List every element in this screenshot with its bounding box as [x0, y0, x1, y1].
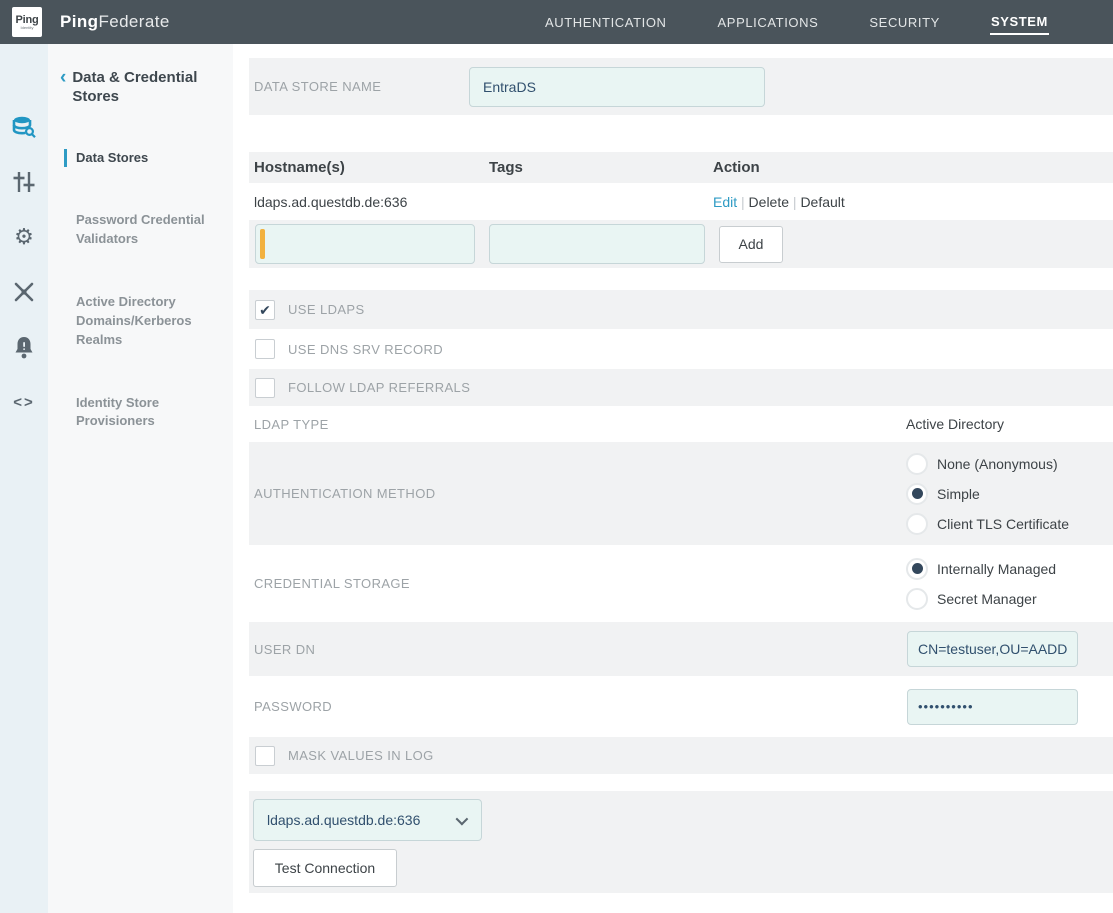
password-input[interactable] — [907, 689, 1078, 725]
app-title-bold: Ping — [60, 12, 98, 31]
sidebar-header: ‹ Data & Credential Stores — [60, 69, 219, 107]
check-icon: ✔ — [259, 303, 271, 317]
sidebar-item-data-stores[interactable]: Data Stores — [64, 149, 219, 168]
top-navigation: AUTHENTICATION APPLICATIONS SECURITY SYS… — [544, 0, 1049, 44]
mask-values-in-log-label: MASK VALUES IN LOG — [288, 748, 434, 763]
authentication-method-options: None (Anonymous) Simple Client TLS Certi… — [906, 453, 1113, 535]
add-button[interactable]: Add — [719, 226, 783, 263]
default-link[interactable]: Default — [800, 194, 844, 210]
hostname-dropdown[interactable]: ldaps.ad.questdb.de:636 — [253, 799, 482, 841]
hostname-table-header: Hostname(s) Tags Action — [249, 152, 1113, 183]
app-title: PingFederate — [60, 12, 170, 32]
gear-icon[interactable]: ⚙ — [0, 217, 48, 257]
radio-icon — [906, 558, 928, 580]
credential-storage-label: CREDENTIAL STORAGE — [254, 576, 906, 591]
new-hostname-input[interactable] — [255, 224, 475, 264]
password-row: PASSWORD — [249, 676, 1113, 737]
add-hostname-row: Add — [249, 220, 1113, 268]
hostname-table-row: ldaps.ad.questdb.de:636 Edit | Delete | … — [249, 183, 1113, 220]
hostname-dropdown-value: ldaps.ad.questdb.de:636 — [267, 812, 420, 828]
radio-icon — [906, 453, 928, 475]
test-connection-button[interactable]: Test Connection — [253, 849, 397, 887]
sidebar-item-password-credential-validators[interactable]: Password Credential Validators — [76, 211, 219, 249]
action-column-header: Action — [713, 159, 1113, 176]
radio-internally-managed[interactable]: Internally Managed — [906, 558, 1113, 580]
required-field-indicator — [260, 229, 265, 259]
back-chevron-icon[interactable]: ‹ — [60, 69, 66, 107]
credential-storage-row: CREDENTIAL STORAGE Internally Managed Se… — [249, 545, 1113, 622]
mask-values-in-log-checkbox[interactable]: ✔ — [255, 746, 275, 766]
ldap-type-value: Active Directory — [906, 416, 1113, 432]
new-tags-input[interactable] — [489, 224, 705, 264]
user-dn-row: USER DN — [249, 622, 1113, 676]
data-stores-icon[interactable] — [0, 107, 48, 147]
nav-authentication[interactable]: AUTHENTICATION — [544, 11, 668, 34]
app-title-light: Federate — [98, 12, 169, 31]
follow-ldap-referrals-checkbox[interactable]: ✔ — [255, 378, 275, 398]
radio-icon — [906, 588, 928, 610]
data-store-name-input[interactable] — [469, 67, 765, 107]
nav-applications[interactable]: APPLICATIONS — [717, 11, 820, 34]
sidebar-title: Data & Credential Stores — [72, 69, 219, 107]
logo-subtext: Identity — [21, 26, 34, 30]
code-icon[interactable]: <> — [0, 382, 48, 422]
use-dns-srv-record-label: USE DNS SRV RECORD — [288, 342, 443, 357]
sidebar-item-identity-store-provisioners[interactable]: Identity Store Provisioners — [76, 394, 219, 432]
radio-simple[interactable]: Simple — [906, 483, 1113, 505]
icon-rail: ⚙ <> — [0, 44, 48, 913]
hostname-column-header: Hostname(s) — [249, 159, 489, 176]
use-ldaps-label: USE LDAPS — [288, 302, 365, 317]
radio-icon — [906, 483, 928, 505]
mask-values-in-log-row: ✔ MASK VALUES IN LOG — [249, 737, 1113, 774]
logo-text: Ping — [15, 15, 38, 26]
radio-secret-manager[interactable]: Secret Manager — [906, 588, 1113, 610]
main-content: DATA STORE NAME Hostname(s) Tags Action … — [249, 44, 1113, 913]
delete-link[interactable]: Delete — [749, 194, 789, 210]
use-dns-srv-record-row: ✔ USE DNS SRV RECORD — [249, 329, 1113, 369]
sidebar: ‹ Data & Credential Stores Data Stores P… — [48, 44, 233, 913]
top-header: Ping Identity PingFederate AUTHENTICATIO… — [0, 0, 1113, 44]
use-ldaps-checkbox[interactable]: ✔ — [255, 300, 275, 320]
radio-client-tls-certificate[interactable]: Client TLS Certificate — [906, 513, 1113, 535]
tools-icon[interactable] — [0, 272, 48, 312]
ldap-type-label: LDAP TYPE — [254, 417, 906, 432]
chevron-down-icon — [456, 812, 469, 825]
pingfederate-app: Ping Identity PingFederate AUTHENTICATIO… — [0, 0, 1113, 913]
settings-sliders-icon[interactable] — [0, 162, 48, 202]
nav-system[interactable]: SYSTEM — [990, 10, 1049, 35]
action-separator: | — [793, 194, 797, 210]
authentication-method-row: AUTHENTICATION METHOD None (Anonymous) S… — [249, 442, 1113, 545]
ping-identity-logo: Ping Identity — [12, 7, 42, 37]
tags-column-header: Tags — [489, 159, 713, 176]
data-store-name-label: DATA STORE NAME — [254, 79, 469, 94]
action-separator: | — [741, 194, 745, 210]
authentication-method-label: AUTHENTICATION METHOD — [254, 486, 906, 501]
credential-storage-options: Internally Managed Secret Manager — [906, 558, 1113, 610]
user-dn-label: USER DN — [254, 642, 907, 657]
data-store-name-row: DATA STORE NAME — [249, 58, 1113, 115]
ldap-type-row: LDAP TYPE Active Directory — [249, 406, 1113, 442]
sidebar-menu: Data Stores Password Credential Validato… — [60, 149, 219, 432]
action-cell: Edit | Delete | Default — [713, 194, 1113, 210]
use-dns-srv-record-checkbox[interactable]: ✔ — [255, 339, 275, 359]
user-dn-input[interactable] — [907, 631, 1078, 667]
hostname-cell: ldaps.ad.questdb.de:636 — [249, 194, 489, 210]
edit-link[interactable]: Edit — [713, 194, 737, 210]
nav-security[interactable]: SECURITY — [868, 11, 941, 34]
radio-none-anonymous[interactable]: None (Anonymous) — [906, 453, 1113, 475]
notifications-bell-icon[interactable] — [0, 327, 48, 367]
use-ldaps-row: ✔ USE LDAPS — [249, 290, 1113, 329]
password-label: PASSWORD — [254, 699, 907, 714]
connection-test-section: ldaps.ad.questdb.de:636 Test Connection — [249, 791, 1113, 893]
follow-ldap-referrals-row: ✔ FOLLOW LDAP REFERRALS — [249, 369, 1113, 406]
radio-icon — [906, 513, 928, 535]
sidebar-item-ad-domains-kerberos-realms[interactable]: Active Directory Domains/Kerberos Realms — [76, 293, 219, 350]
follow-ldap-referrals-label: FOLLOW LDAP REFERRALS — [288, 380, 470, 395]
